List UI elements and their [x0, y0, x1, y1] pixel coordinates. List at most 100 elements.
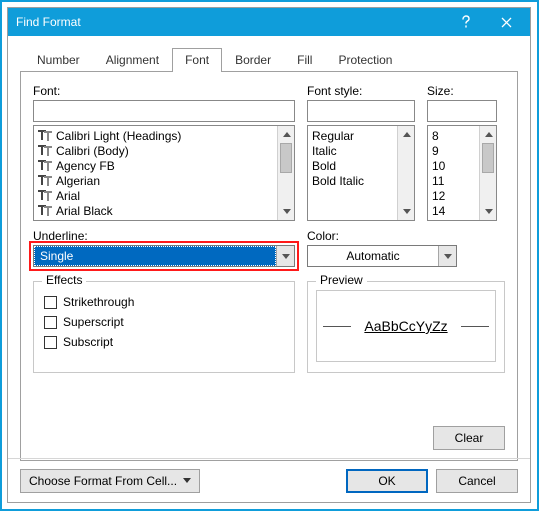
chevron-down-icon [403, 209, 411, 214]
col-size: Size: 8 9 10 11 12 14 [427, 84, 497, 221]
chevron-up-icon [283, 132, 291, 137]
color-value: Automatic [308, 246, 438, 266]
row-underline-color: Underline: Single Color: Automatic [33, 229, 505, 267]
style-list-items: Regular Italic Bold Bold Italic [308, 126, 397, 220]
font-input[interactable] [33, 100, 295, 122]
size-input[interactable] [427, 100, 497, 122]
chevron-down-icon [183, 478, 191, 483]
font-list-items: Calibri Light (Headings) Calibri (Body) … [34, 126, 277, 220]
label-underline: Underline: [33, 229, 295, 243]
chevron-down-icon [444, 254, 452, 259]
scroll-up-button[interactable] [278, 126, 295, 143]
dialog-title: Find Format [16, 15, 446, 29]
label-font: Font: [33, 84, 295, 98]
tab-font[interactable]: Font [172, 48, 222, 72]
truetype-icon [38, 130, 52, 142]
list-item[interactable]: 10 [430, 158, 477, 173]
list-item[interactable]: Agency FB [36, 158, 275, 173]
checkbox-icon [44, 316, 57, 329]
truetype-icon [38, 190, 52, 202]
strikethrough-checkbox[interactable]: Strikethrough [44, 292, 284, 312]
chevron-down-icon [283, 209, 291, 214]
truetype-icon [38, 145, 52, 157]
list-item[interactable]: Regular [310, 128, 395, 143]
subscript-label: Subscript [63, 335, 113, 349]
close-button[interactable] [486, 10, 526, 34]
dropdown-button[interactable] [276, 246, 294, 266]
col-font: Font: Calibri Light (Headings) Calibri (… [33, 84, 295, 221]
col-effects: Effects Strikethrough Superscript Subscr… [33, 267, 295, 373]
annotation-outer-border: Find Format Number Alignment Font Border… [0, 0, 539, 511]
superscript-label: Superscript [63, 315, 124, 329]
client-area: Number Alignment Font Border Fill Protec… [8, 36, 530, 502]
list-item[interactable]: Calibri (Body) [36, 143, 275, 158]
effects-legend: Effects [42, 273, 86, 287]
size-listbox[interactable]: 8 9 10 11 12 14 [427, 125, 497, 221]
clear-button[interactable]: Clear [433, 426, 505, 450]
truetype-icon [38, 175, 52, 187]
color-combo[interactable]: Automatic [307, 245, 457, 267]
cancel-button[interactable]: Cancel [436, 469, 518, 493]
list-item[interactable]: Arial [36, 188, 275, 203]
scroll-down-button[interactable] [398, 203, 415, 220]
underline-value: Single [34, 246, 276, 266]
chevron-up-icon [403, 132, 411, 137]
label-color: Color: [307, 229, 457, 243]
truetype-icon [38, 160, 52, 172]
list-item[interactable]: 14 [430, 203, 477, 218]
list-item[interactable]: Calibri Light (Headings) [36, 128, 275, 143]
subscript-checkbox[interactable]: Subscript [44, 332, 284, 352]
label-font-style: Font style: [307, 84, 415, 98]
scroll-thumb[interactable] [482, 143, 494, 173]
titlebar: Find Format [8, 8, 530, 36]
list-item[interactable]: Bold Italic [310, 173, 395, 188]
tab-alignment[interactable]: Alignment [93, 48, 172, 72]
list-item[interactable]: Italic [310, 143, 395, 158]
scroll-up-button[interactable] [480, 126, 497, 143]
list-item[interactable]: 9 [430, 143, 477, 158]
help-button[interactable] [446, 10, 486, 34]
scroll-up-button[interactable] [398, 126, 415, 143]
list-item[interactable]: Algerian [36, 173, 275, 188]
col-underline: Underline: Single [33, 229, 295, 267]
list-item[interactable]: 12 [430, 188, 477, 203]
col-preview: Preview AaBbCcYyZz [307, 267, 505, 373]
preview-box: AaBbCcYyZz [316, 290, 496, 362]
preview-group: Preview AaBbCcYyZz [307, 281, 505, 373]
row-effects-preview: Effects Strikethrough Superscript Subscr… [33, 267, 505, 373]
underline-combo[interactable]: Single [33, 245, 295, 267]
tab-number[interactable]: Number [24, 48, 93, 72]
list-item[interactable]: 11 [430, 173, 477, 188]
font-listbox[interactable]: Calibri Light (Headings) Calibri (Body) … [33, 125, 295, 221]
scrollbar[interactable] [479, 126, 496, 220]
clear-area: Clear [433, 426, 505, 450]
superscript-checkbox[interactable]: Superscript [44, 312, 284, 332]
ok-button[interactable]: OK [346, 469, 428, 493]
tab-strip: Number Alignment Font Border Fill Protec… [20, 48, 518, 72]
list-item[interactable]: 8 [430, 128, 477, 143]
scrollbar[interactable] [397, 126, 414, 220]
scroll-thumb[interactable] [280, 143, 292, 173]
chevron-down-icon [282, 254, 290, 259]
truetype-icon [38, 205, 52, 217]
strikethrough-label: Strikethrough [63, 295, 134, 309]
font-style-input[interactable] [307, 100, 415, 122]
scroll-down-button[interactable] [278, 203, 295, 220]
size-list-items: 8 9 10 11 12 14 [428, 126, 479, 220]
col-font-style: Font style: Regular Italic Bold Bold Ita… [307, 84, 415, 221]
list-item[interactable]: Bold [310, 158, 395, 173]
font-style-listbox[interactable]: Regular Italic Bold Bold Italic [307, 125, 415, 221]
choose-format-from-cell-button[interactable]: Choose Format From Cell... [20, 469, 200, 493]
scrollbar[interactable] [277, 126, 294, 220]
tab-border[interactable]: Border [222, 48, 284, 72]
scroll-down-button[interactable] [480, 203, 497, 220]
dropdown-button[interactable] [438, 246, 456, 266]
list-item[interactable]: Arial Black [36, 203, 275, 218]
tab-protection[interactable]: Protection [325, 48, 405, 72]
preview-legend: Preview [316, 273, 367, 287]
find-format-dialog: Find Format Number Alignment Font Border… [7, 7, 531, 503]
label-size: Size: [427, 84, 497, 98]
tab-page-font: Font: Calibri Light (Headings) Calibri (… [20, 71, 518, 461]
col-color: Color: Automatic [307, 229, 457, 267]
tab-fill[interactable]: Fill [284, 48, 325, 72]
